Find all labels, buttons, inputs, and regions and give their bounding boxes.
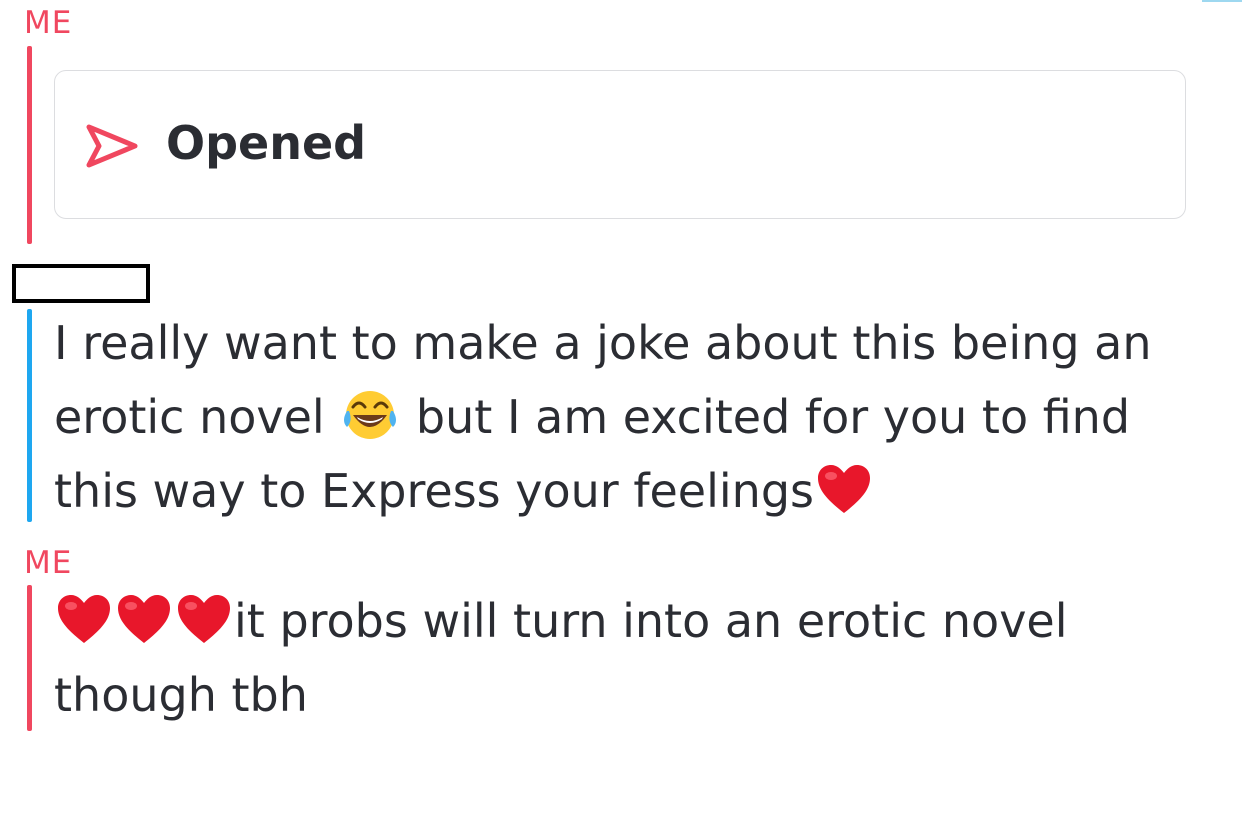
red-heart-emoji-icon <box>178 595 230 643</box>
top-border-line <box>1202 0 1242 2</box>
redacted-sender-name <box>12 264 150 303</box>
red-heart-emoji-icon <box>118 595 170 643</box>
me-message-bar <box>27 585 32 731</box>
sender-label-me: ME <box>24 545 73 581</box>
sent-arrow-icon <box>86 124 138 168</box>
friend-message: I really want to make a joke about this … <box>54 306 1214 528</box>
opened-status-label: Opened <box>166 116 367 170</box>
red-heart-emoji-icon <box>818 465 870 513</box>
me-message-bar <box>27 46 32 244</box>
red-heart-emoji-icon <box>58 595 110 643</box>
sender-label-me: ME <box>24 5 73 41</box>
tears-of-joy-emoji-icon <box>344 391 397 439</box>
my-message: it probs will turn into an erotic novel … <box>54 584 1214 732</box>
friend-message-bar <box>27 309 32 522</box>
opened-status-card[interactable]: Opened <box>54 70 1186 219</box>
